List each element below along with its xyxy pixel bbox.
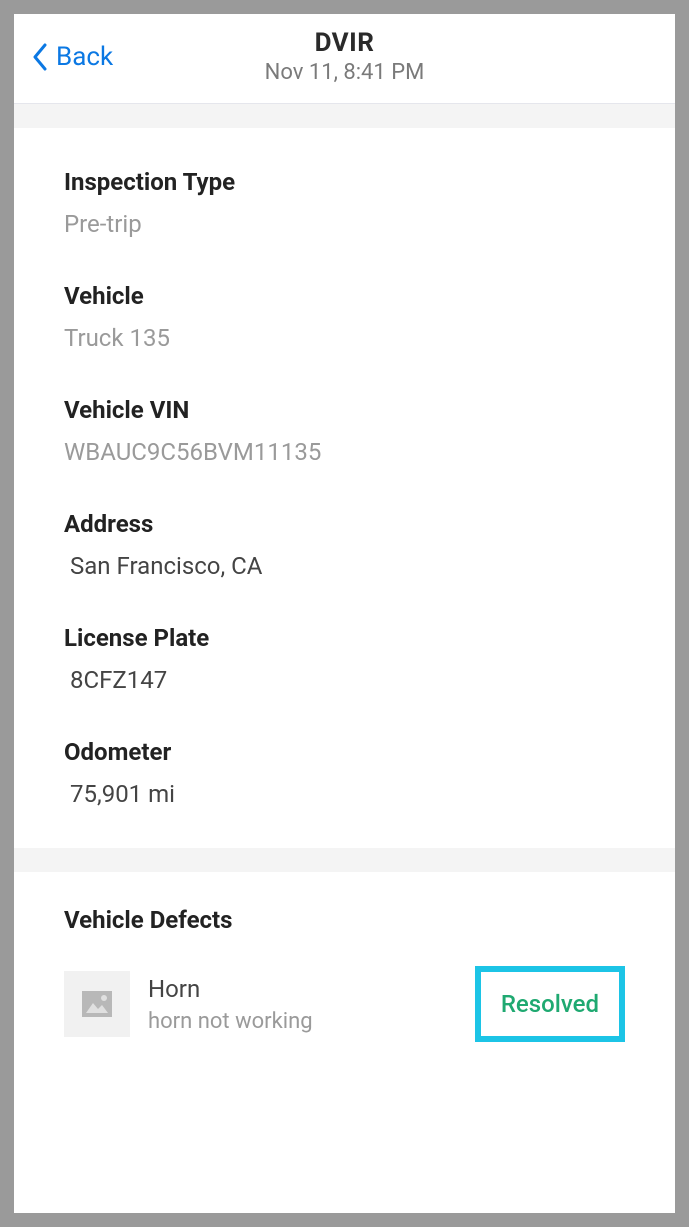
- field-odometer: Odometer 75,901 mi: [64, 738, 625, 808]
- field-address: Address San Francisco, CA: [64, 510, 625, 580]
- status-highlight: Resolved: [475, 966, 625, 1042]
- field-label: Inspection Type: [64, 168, 625, 196]
- back-button[interactable]: Back: [32, 42, 113, 72]
- field-value: Truck 135: [64, 324, 625, 352]
- defects-title: Vehicle Defects: [64, 906, 625, 934]
- page-subtitle: Nov 11, 8:41 PM: [14, 60, 675, 85]
- field-value: 75,901 mi: [64, 780, 625, 808]
- back-label: Back: [56, 42, 113, 72]
- field-label: Vehicle: [64, 282, 625, 310]
- status-badge[interactable]: Resolved: [487, 982, 613, 1026]
- header-bar: Back DVIR Nov 11, 8:41 PM: [14, 14, 675, 104]
- details-section: Inspection Type Pre-trip Vehicle Truck 1…: [14, 128, 675, 848]
- field-value: WBAUC9C56BVM11135: [64, 438, 625, 466]
- defect-item[interactable]: Horn horn not working Resolved: [64, 966, 625, 1042]
- field-vin: Vehicle VIN WBAUC9C56BVM11135: [64, 396, 625, 466]
- field-license-plate: License Plate 8CFZ147: [64, 624, 625, 694]
- field-value: San Francisco, CA: [64, 552, 625, 580]
- chevron-left-icon: [32, 43, 48, 71]
- app-screen: Back DVIR Nov 11, 8:41 PM Inspection Typ…: [0, 0, 689, 1227]
- field-label: Address: [64, 510, 625, 538]
- page-title: DVIR: [14, 28, 675, 58]
- field-label: License Plate: [64, 624, 625, 652]
- section-divider: [14, 104, 675, 128]
- defect-thumbnail: [64, 971, 130, 1037]
- field-vehicle: Vehicle Truck 135: [64, 282, 625, 352]
- section-divider: [14, 848, 675, 872]
- defect-text: Horn horn not working: [148, 975, 457, 1034]
- field-value: 8CFZ147: [64, 666, 625, 694]
- field-value: Pre-trip: [64, 210, 625, 238]
- field-label: Vehicle VIN: [64, 396, 625, 424]
- field-label: Odometer: [64, 738, 625, 766]
- header-title-block: DVIR Nov 11, 8:41 PM: [14, 28, 675, 85]
- defects-section: Vehicle Defects Horn horn not working Re…: [14, 872, 675, 1062]
- image-placeholder-icon: [82, 991, 112, 1017]
- field-inspection-type: Inspection Type Pre-trip: [64, 168, 625, 238]
- defect-description: horn not working: [148, 1009, 457, 1034]
- defect-name: Horn: [148, 975, 457, 1003]
